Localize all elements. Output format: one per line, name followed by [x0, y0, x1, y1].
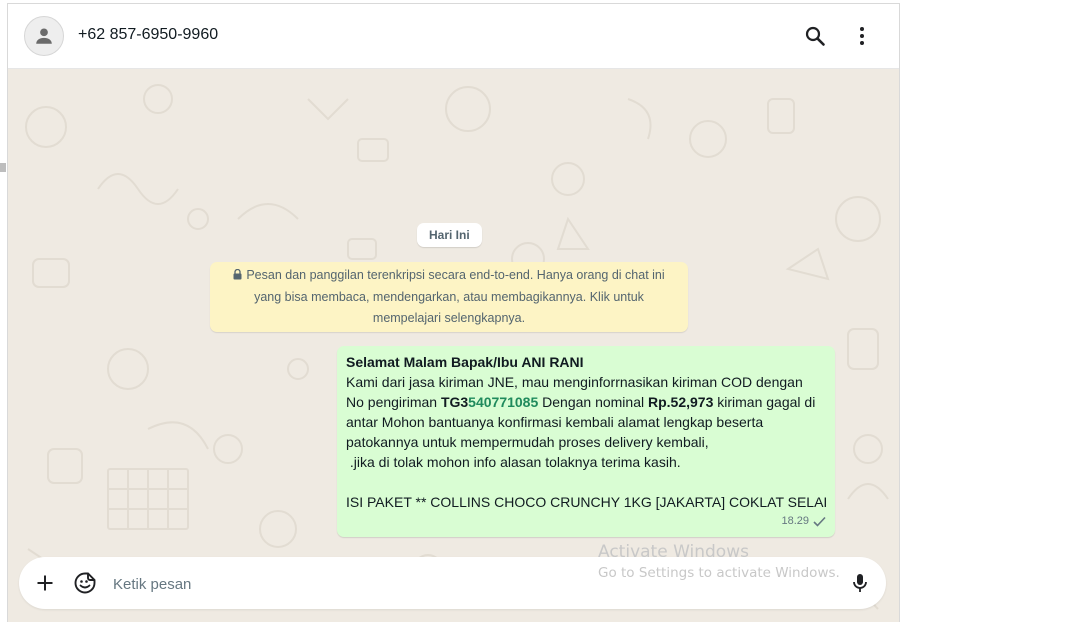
encryption-notice[interactable]: Pesan dan panggilan terenkripsi secara e…: [210, 262, 688, 332]
message-line-3: antar Mohon bantuanya konfirmasi kembali…: [346, 414, 764, 430]
encryption-notice-text: Pesan dan panggilan terenkripsi secara e…: [246, 268, 665, 325]
plus-icon[interactable]: [33, 571, 57, 595]
chat-header: +62 857-6950-9960: [8, 4, 899, 69]
message-line-2-prefix: No pengiriman: [346, 394, 441, 410]
sticker-icon[interactable]: [73, 571, 97, 595]
message-greeting: Selamat Malam Bapak/Ibu ANI RANI: [346, 354, 584, 370]
message-line-6: ISI PAKET ** COLLINS CHOCO CRUNCHY 1KG […: [346, 494, 828, 510]
single-check-icon: [813, 516, 826, 527]
message-meta: 18.29: [781, 511, 826, 531]
tracking-number-link[interactable]: 540771085: [468, 394, 538, 410]
outgoing-message-bubble[interactable]: Selamat Malam Bapak/Ibu ANI RANI Kami da…: [337, 346, 835, 537]
mic-icon[interactable]: [848, 571, 872, 595]
more-vert-icon[interactable]: [850, 24, 874, 48]
window-edge-marker: [0, 163, 6, 172]
message-line-4: patokannya untuk mempermudah proses deli…: [346, 434, 709, 450]
message-line-2: No pengiriman TG3540771085 Dengan nomina…: [346, 392, 826, 412]
watermark-title: Activate Windows: [598, 542, 749, 562]
person-avatar-icon: [36, 28, 52, 44]
search-icon[interactable]: [803, 24, 827, 48]
contact-name[interactable]: +62 857-6950-9960: [78, 26, 218, 44]
watermark-subtitle: Go to Settings to activate Windows.: [598, 565, 840, 581]
message-line-1: Kami dari jasa kiriman JNE, mau menginfo…: [346, 374, 803, 390]
message-line-2-suffix: kiriman gagal di: [713, 394, 816, 410]
date-chip: Hari Ini: [417, 223, 482, 247]
activate-windows-watermark: Activate Windows Go to Settings to activ…: [598, 541, 840, 583]
message-line-5: .jika di tolak mohon info alasan tolakny…: [346, 454, 681, 470]
chat-window: +62 857-6950-9960 Hari Ini Pesan dan pan…: [7, 3, 900, 622]
contact-avatar[interactable]: [24, 16, 64, 56]
lock-icon: [233, 266, 242, 287]
message-time: 18.29: [781, 515, 809, 527]
cod-amount: Rp.52,973: [648, 394, 714, 410]
message-line-2-mid: Dengan nominal: [538, 394, 648, 410]
tracking-prefix: TG3: [440, 394, 469, 410]
chat-area: Hari Ini Pesan dan panggilan terenkripsi…: [8, 69, 899, 622]
